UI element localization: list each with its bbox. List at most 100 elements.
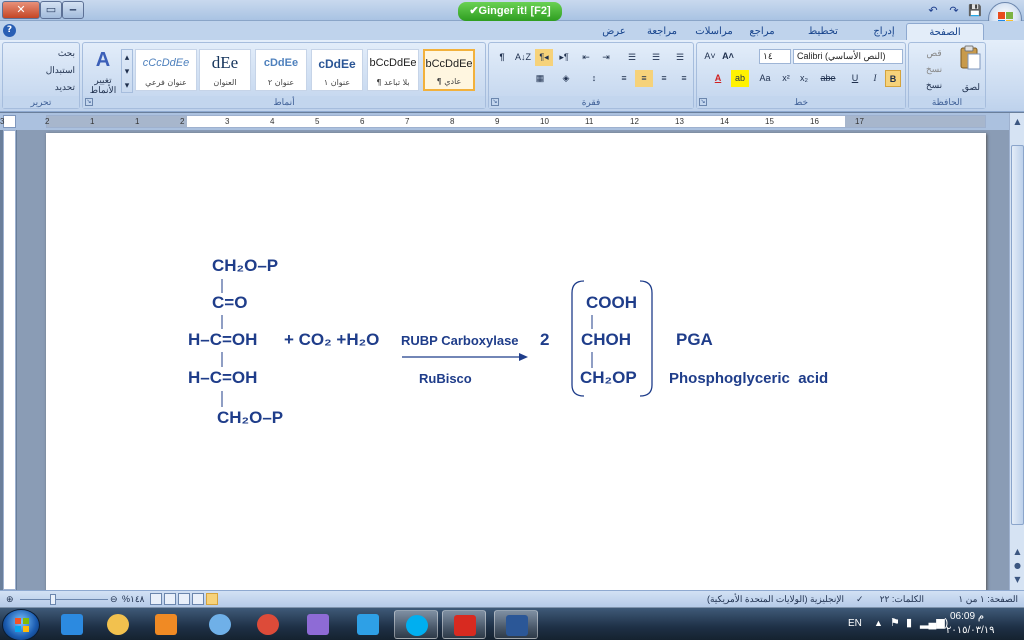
zoom-slider-thumb[interactable] (50, 594, 56, 605)
font-color-button[interactable]: A (709, 70, 727, 87)
find-button[interactable]: بحث (9, 45, 75, 62)
style-subtitle[interactable]: cCcDdEe عنوان فرعي (135, 49, 197, 91)
align-right-icon[interactable]: ≡ (635, 70, 653, 87)
taskbar-app-button[interactable] (394, 610, 438, 639)
scroll-up-icon[interactable]: ▲ (1011, 115, 1024, 128)
tab-review[interactable]: مراجعة (638, 23, 686, 40)
browse-object-icon[interactable]: ● (1011, 559, 1024, 572)
tab-page-layout[interactable]: تخطيط الصفحة (786, 23, 860, 54)
scroll-down-page-icon[interactable]: ▼ (1011, 573, 1024, 586)
zoom-in-icon[interactable]: ⊕ (6, 593, 18, 606)
style-heading-1[interactable]: cDdEe عنوان ١ (311, 49, 363, 91)
change-case-button[interactable]: Aa (755, 70, 775, 87)
copy-button[interactable]: نسخ (913, 61, 955, 78)
taskbar-app-button[interactable] (144, 610, 188, 639)
print-layout-icon[interactable] (206, 593, 218, 605)
font-dialog-launcher[interactable]: ↘ (699, 98, 707, 106)
vertical-scrollbar[interactable]: ▲ ▲ ● ▼ (1009, 113, 1024, 590)
action-center-icon[interactable]: ⚑ (890, 616, 900, 629)
draft-view-icon[interactable] (150, 593, 162, 605)
replace-button[interactable]: استبدال (9, 62, 75, 79)
taskbar-app-button[interactable] (442, 610, 486, 639)
proofing-icon[interactable]: ✓ (856, 593, 868, 606)
full-screen-reading-icon[interactable] (192, 593, 204, 605)
borders-icon[interactable]: ▦ (529, 70, 551, 87)
align-center-icon[interactable]: ≡ (655, 70, 673, 87)
vertical-ruler[interactable] (3, 130, 16, 590)
tab-home[interactable]: الصفحة الرئيسية (906, 23, 984, 55)
decrease-indent-icon[interactable]: ⇤ (577, 49, 595, 66)
horizontal-ruler[interactable]: 17 16 15 14 13 12 11 10 9 8 7 6 5 4 3 2 1 1 2 3 (0, 115, 986, 128)
word-count[interactable]: الكلمات: ٢٢ (880, 593, 924, 606)
shading-icon[interactable]: ◈ (555, 70, 577, 87)
multilevel-list-icon[interactable]: ☰ (621, 49, 643, 66)
tab-mailings[interactable]: مراسلات (688, 23, 740, 40)
document-page[interactable]: CH₂O–P C=O H–C=OH H–C=OH CH₂O–P + CO₂ +H… (46, 133, 986, 590)
help-icon[interactable]: ? (3, 24, 16, 37)
rtl-direction-icon[interactable]: ¶◂ (535, 49, 553, 66)
page-count[interactable]: الصفحة: ١ من ١ (958, 593, 1018, 606)
input-language[interactable]: EN (848, 618, 862, 629)
format-painter-button[interactable]: نسخ التنسيق (911, 77, 957, 107)
font-size-select[interactable]: ١٤ (759, 49, 791, 64)
justify-icon[interactable]: ≡ (615, 70, 633, 87)
cut-button[interactable]: قص (913, 45, 955, 62)
taskbar-app-button[interactable] (198, 610, 242, 639)
tab-view[interactable]: عرض (594, 23, 634, 40)
taskbar-app-button[interactable] (346, 610, 390, 639)
line-spacing-icon[interactable]: ↕ (583, 70, 605, 87)
subscript-button[interactable]: x₂ (795, 70, 813, 87)
change-styles-icon[interactable]: A (87, 45, 119, 75)
taskbar-app-button[interactable] (50, 610, 94, 639)
styles-scroll-icon[interactable]: ▴ ▾ ▾ (121, 49, 133, 93)
zoom-level[interactable]: %١٤٨ (122, 593, 145, 606)
grow-font-button[interactable]: A˄ (719, 48, 737, 65)
restore-window-button[interactable]: ▭ (40, 1, 62, 19)
strikethrough-button[interactable]: abe (815, 70, 841, 87)
clock-time[interactable]: 06:09 م (950, 611, 984, 622)
undo-icon[interactable]: ↶ (924, 2, 942, 19)
tab-references[interactable]: مراجع (742, 23, 782, 40)
increase-indent-icon[interactable]: ⇥ (597, 49, 615, 66)
style-title[interactable]: dEe العنوان (199, 49, 251, 91)
outline-view-icon[interactable] (164, 593, 176, 605)
styles-dialog-launcher[interactable]: ↘ (85, 98, 93, 106)
scrollbar-thumb[interactable] (1011, 145, 1024, 525)
taskbar-app-button[interactable] (494, 610, 538, 639)
style-no-spacing[interactable]: bCcDdEe ¶ بلا تباعد (367, 49, 419, 91)
redo-icon[interactable]: ↷ (945, 2, 963, 19)
taskbar-app-button[interactable] (96, 610, 140, 639)
show-marks-button[interactable]: ¶ (493, 49, 511, 66)
select-button[interactable]: تحديد (9, 79, 75, 96)
minimize-window-button[interactable]: ‒ (62, 1, 84, 19)
paragraph-dialog-launcher[interactable]: ↘ (491, 98, 499, 106)
zoom-slider[interactable] (20, 593, 108, 606)
ltr-direction-icon[interactable]: ▸¶ (555, 49, 573, 66)
language-indicator[interactable]: الإنجليزية (الولايات المتحدة الأمريكية) (707, 593, 844, 606)
shrink-font-button[interactable]: A˅ (701, 48, 719, 65)
align-left-icon[interactable]: ≡ (675, 70, 693, 87)
taskbar-app-button[interactable] (246, 610, 290, 639)
superscript-button[interactable]: x² (777, 70, 795, 87)
font-name-select[interactable]: Calibri (النص الأساسي) (793, 49, 903, 64)
bullets-icon[interactable]: ☰ (669, 49, 691, 66)
start-button[interactable] (2, 609, 40, 640)
tab-insert[interactable]: إدراج (864, 23, 904, 40)
zoom-out-icon[interactable]: ⊖ (110, 593, 122, 606)
highlight-button[interactable]: ab (731, 70, 749, 87)
sort-button[interactable]: A↓Z (513, 49, 533, 66)
battery-icon[interactable]: ▮ (906, 616, 912, 629)
style-normal[interactable]: bCcDdEe ¶ عادي (423, 49, 475, 91)
clock-date[interactable]: ٢٠١٥/٠٣/١٩ (946, 625, 995, 636)
save-icon[interactable]: 💾 (966, 2, 984, 19)
change-styles-label[interactable]: تغيير الأنماط (85, 75, 121, 97)
ginger-it-button[interactable]: ✔Ginger it! [F2] (458, 2, 562, 21)
web-layout-icon[interactable] (178, 593, 190, 605)
taskbar-app-button[interactable] (296, 610, 340, 639)
underline-button[interactable]: U (847, 70, 863, 87)
style-heading-2[interactable]: cDdEe عنوان ٢ (255, 49, 307, 91)
close-window-button[interactable]: ✕ (2, 1, 40, 19)
show-hidden-icons-icon[interactable]: ▲ (874, 618, 883, 628)
italic-button[interactable]: I (867, 70, 883, 87)
scroll-up-page-icon[interactable]: ▲ (1011, 545, 1024, 558)
